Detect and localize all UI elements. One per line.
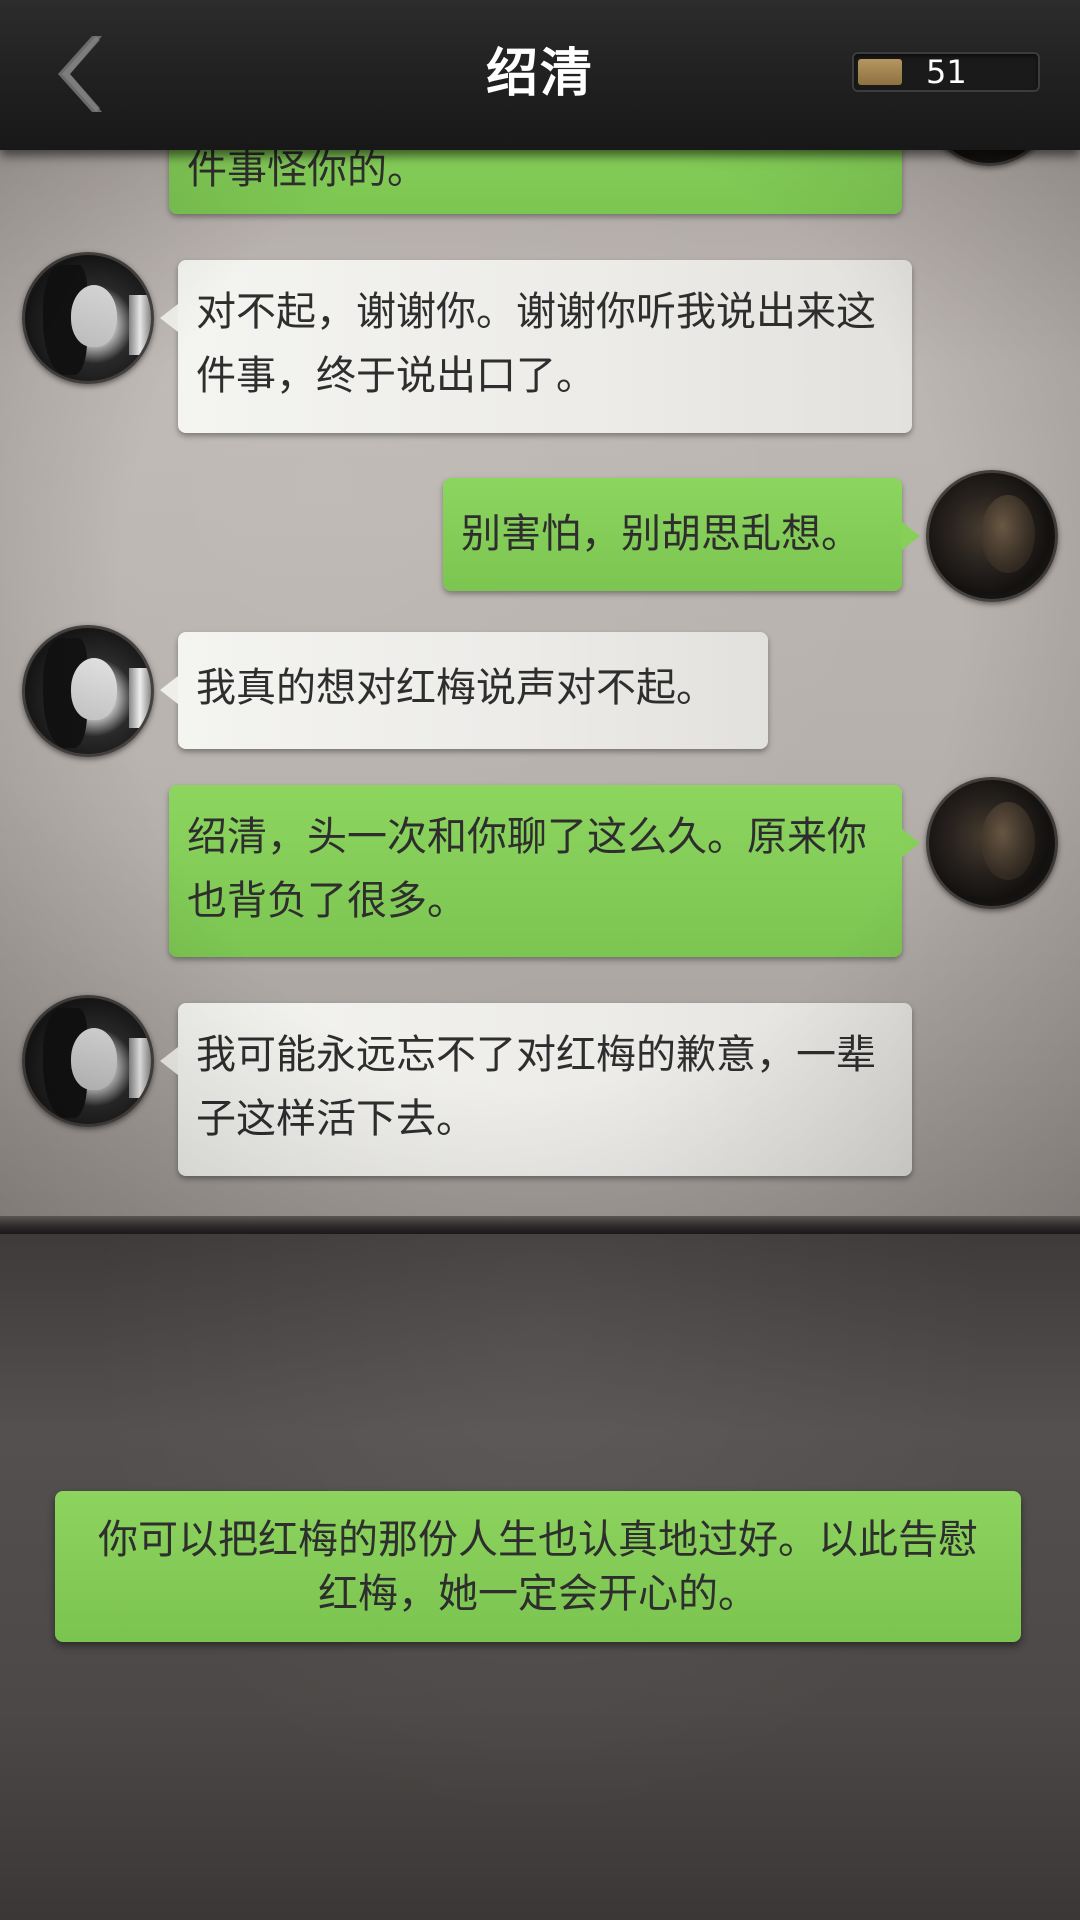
avatar-face — [71, 658, 117, 720]
message-text: 绍清，头一次和你聊了这么久。原来你也背负了很多。 — [187, 814, 867, 924]
avatar-shaoqing[interactable] — [22, 252, 154, 384]
avatar-shaoqing[interactable] — [22, 995, 154, 1127]
avatar-me[interactable] — [926, 470, 1058, 602]
top-bar: 绍清 51 — [0, 0, 1080, 150]
currency-display[interactable]: 51 — [852, 52, 1040, 92]
avatar-me-image — [981, 495, 1035, 573]
avatar-background — [129, 668, 151, 728]
chevron-left-icon — [58, 36, 102, 112]
message-text: 件事怪你的。 — [187, 147, 427, 193]
coin-bar-icon — [858, 59, 902, 85]
message-bubble-sent: 别害怕，别胡思乱想。 — [443, 478, 920, 591]
avatar-me[interactable] — [926, 777, 1058, 909]
avatar-me-image — [981, 802, 1035, 880]
message-bubble-received: 对不起，谢谢你。谢谢你听我说出来这件事，终于说出口了。 — [160, 260, 912, 433]
message-bubble-received: 我真的想对红梅说声对不起。 — [160, 632, 768, 749]
avatar-face — [71, 1028, 117, 1090]
chat-panel[interactable]: 件事怪你的。 对不起，谢谢你。谢谢你听我说出来这件事，终于说出口了。 别害怕，别… — [0, 0, 1080, 1222]
chat-panel-edge — [0, 1216, 1080, 1234]
currency-value: 51 — [926, 53, 967, 91]
message-text: 我真的想对红梅说声对不起。 — [196, 665, 716, 711]
avatar-background — [129, 295, 151, 355]
avatar-face — [71, 285, 117, 347]
avatar-shaoqing[interactable] — [22, 625, 154, 757]
message-bubble-received: 我可能永远忘不了对红梅的歉意，一辈子这样活下去。 — [160, 1003, 912, 1176]
message-bubble-sent: 绍清，头一次和你聊了这么久。原来你也背负了很多。 — [169, 785, 920, 957]
reply-option-button[interactable]: 你可以把红梅的那份人生也认真地过好。以此告慰红梅，她一定会开心的。 — [55, 1491, 1021, 1642]
avatar-background — [129, 1038, 151, 1098]
message-text: 我可能永远忘不了对红梅的歉意，一辈子这样活下去。 — [196, 1032, 876, 1142]
back-button[interactable] — [40, 24, 120, 124]
page-title: 绍清 — [485, 43, 594, 104]
message-text: 别害怕，别胡思乱想。 — [461, 511, 861, 557]
reply-option-text: 你可以把红梅的那份人生也认真地过好。以此告慰红梅，她一定会开心的。 — [98, 1517, 978, 1617]
message-text: 对不起，谢谢你。谢谢你听我说出来这件事，终于说出口了。 — [196, 289, 876, 399]
